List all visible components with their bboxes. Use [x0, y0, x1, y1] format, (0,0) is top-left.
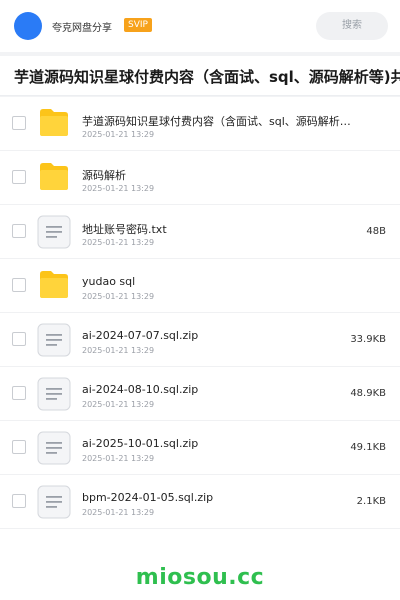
- file-row[interactable]: 地址账号密码.txt 2025-01-21 13:29 48B: [0, 205, 400, 259]
- svip-badge: SVIP: [124, 18, 152, 32]
- row-checkbox[interactable]: [12, 224, 26, 238]
- file-date: 2025-01-21 13:29: [82, 130, 155, 139]
- file-date: 2025-01-21 13:29: [82, 346, 155, 355]
- file-name: 源码解析: [82, 169, 126, 182]
- footer: miosou.cc: [0, 551, 400, 600]
- file-name: ai-2024-08-10.sql.zip: [82, 383, 199, 396]
- file-name: bpm-2024-01-05.sql.zip: [82, 491, 214, 504]
- row-checkbox[interactable]: [12, 116, 26, 130]
- app-header: 夸克网盘分享 SVIP 搜索: [0, 0, 400, 52]
- file-name: 地址账号密码.txt: [82, 223, 167, 236]
- file-row[interactable]: ai-2025-10-01.sql.zip 2025-01-21 13:29 49.…: [0, 421, 400, 475]
- row-checkbox[interactable]: [12, 494, 26, 508]
- file-name: yudao sql: [82, 275, 136, 288]
- row-checkbox[interactable]: [12, 440, 26, 454]
- file-size: 33.9KB: [350, 334, 386, 345]
- file-date: 2025-01-21 13:29: [82, 400, 155, 409]
- brand-label: 夸克网盘分享: [52, 23, 112, 34]
- file-size: 49.1KB: [350, 442, 386, 453]
- file-name: ai-2025-10-01.sql.zip: [82, 437, 199, 450]
- row-checkbox[interactable]: [12, 170, 26, 184]
- document-icon: [37, 215, 71, 249]
- row-checkbox[interactable]: [12, 278, 26, 292]
- file-date: 2025-01-21 13:29: [82, 292, 155, 301]
- folder-icon: [40, 163, 68, 190]
- share-title: 芋道源码知识星球付费内容（含面试、sql、源码解析等)共: [14, 68, 400, 86]
- file-name: 芋道源码知识星球付费内容（含面试、sql、源码解析…: [82, 115, 351, 128]
- folder-icon: [40, 271, 68, 298]
- row-checkbox[interactable]: [12, 386, 26, 400]
- share-title-bar: 芋道源码知识星球付费内容（含面试、sql、源码解析等)共: [0, 56, 400, 96]
- site-watermark: miosou.cc: [135, 565, 265, 590]
- file-list: 芋道源码知识星球付费内容（含面试、sql、源码解析… 2025-01-21 13:…: [0, 97, 400, 551]
- row-checkbox[interactable]: [12, 332, 26, 346]
- file-date: 2025-01-21 13:29: [82, 238, 155, 247]
- file-date: 2025-01-21 13:29: [82, 508, 155, 517]
- file-size: 48B: [366, 226, 386, 237]
- file-date: 2025-01-21 13:29: [82, 184, 155, 193]
- document-icon: [37, 323, 71, 357]
- file-size: 2.1KB: [356, 496, 386, 507]
- file-date: 2025-01-21 13:29: [82, 454, 155, 463]
- user-avatar[interactable]: [14, 12, 42, 40]
- document-icon: [37, 377, 71, 411]
- file-row[interactable]: 源码解析 2025-01-21 13:29: [0, 151, 400, 205]
- file-row[interactable]: yudao sql 2025-01-21 13:29: [0, 259, 400, 313]
- document-icon: [37, 485, 71, 519]
- file-row[interactable]: ai-2024-08-10.sql.zip 2025-01-21 13:29 48.…: [0, 367, 400, 421]
- file-row[interactable]: 芋道源码知识星球付费内容（含面试、sql、源码解析… 2025-01-21 13:…: [0, 97, 400, 151]
- file-size: 48.9KB: [350, 388, 386, 399]
- file-row[interactable]: bpm-2024-01-05.sql.zip 2025-01-21 13:29 2.…: [0, 475, 400, 529]
- document-icon: [37, 431, 71, 465]
- folder-icon: [40, 109, 68, 136]
- file-name: ai-2024-07-07.sql.zip: [82, 329, 199, 342]
- search-input[interactable]: 搜索: [316, 12, 388, 40]
- file-row[interactable]: ai-2024-07-07.sql.zip 2025-01-21 13:29 33.…: [0, 313, 400, 367]
